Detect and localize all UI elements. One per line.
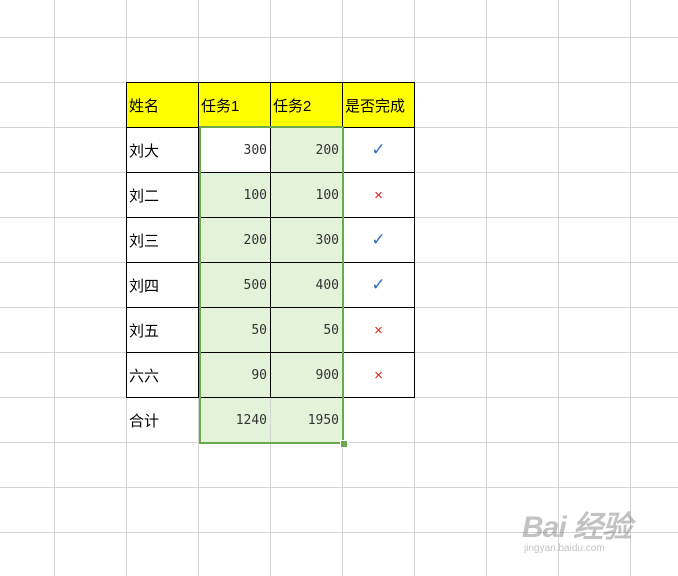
- header-cell-task2[interactable]: 任务2: [270, 82, 343, 128]
- cross-icon[interactable]: ×: [342, 352, 415, 398]
- table-cell-task2[interactable]: 300: [270, 217, 343, 263]
- fill-handle[interactable]: [340, 440, 348, 448]
- table-cell-task1[interactable]: 500: [198, 262, 271, 308]
- total-task2[interactable]: 1950: [271, 398, 342, 442]
- table-cell-name[interactable]: 六六: [126, 352, 199, 398]
- table-cell-task1[interactable]: 50: [198, 307, 271, 353]
- check-icon[interactable]: ✓: [342, 127, 415, 173]
- table-cell-name[interactable]: 刘三: [126, 217, 199, 263]
- table-cell-task2[interactable]: 400: [270, 262, 343, 308]
- total-task1[interactable]: 1240: [199, 398, 270, 442]
- table-cell-task1[interactable]: 200: [198, 217, 271, 263]
- table-cell-task2[interactable]: 900: [270, 352, 343, 398]
- cross-icon[interactable]: ×: [342, 172, 415, 218]
- table-cell-task1[interactable]: 100: [198, 172, 271, 218]
- table-cell-task2[interactable]: 50: [270, 307, 343, 353]
- table-cell-name[interactable]: 刘二: [126, 172, 199, 218]
- check-icon[interactable]: ✓: [342, 217, 415, 263]
- table-cell-task1[interactable]: 90: [198, 352, 271, 398]
- header-cell-done[interactable]: 是否完成: [342, 82, 415, 128]
- table-cell-name[interactable]: 刘四: [126, 262, 199, 308]
- total-label[interactable]: 合计: [127, 398, 198, 442]
- table-cell-task2[interactable]: 200: [270, 127, 343, 173]
- table-cell-task2[interactable]: 100: [270, 172, 343, 218]
- table-cell-task1[interactable]: 300: [198, 127, 271, 173]
- table-cell-name[interactable]: 刘大: [126, 127, 199, 173]
- table-cell-name[interactable]: 刘五: [126, 307, 199, 353]
- cross-icon[interactable]: ×: [342, 307, 415, 353]
- header-cell-name[interactable]: 姓名: [126, 82, 199, 128]
- check-icon[interactable]: ✓: [342, 262, 415, 308]
- header-cell-task1[interactable]: 任务1: [198, 82, 271, 128]
